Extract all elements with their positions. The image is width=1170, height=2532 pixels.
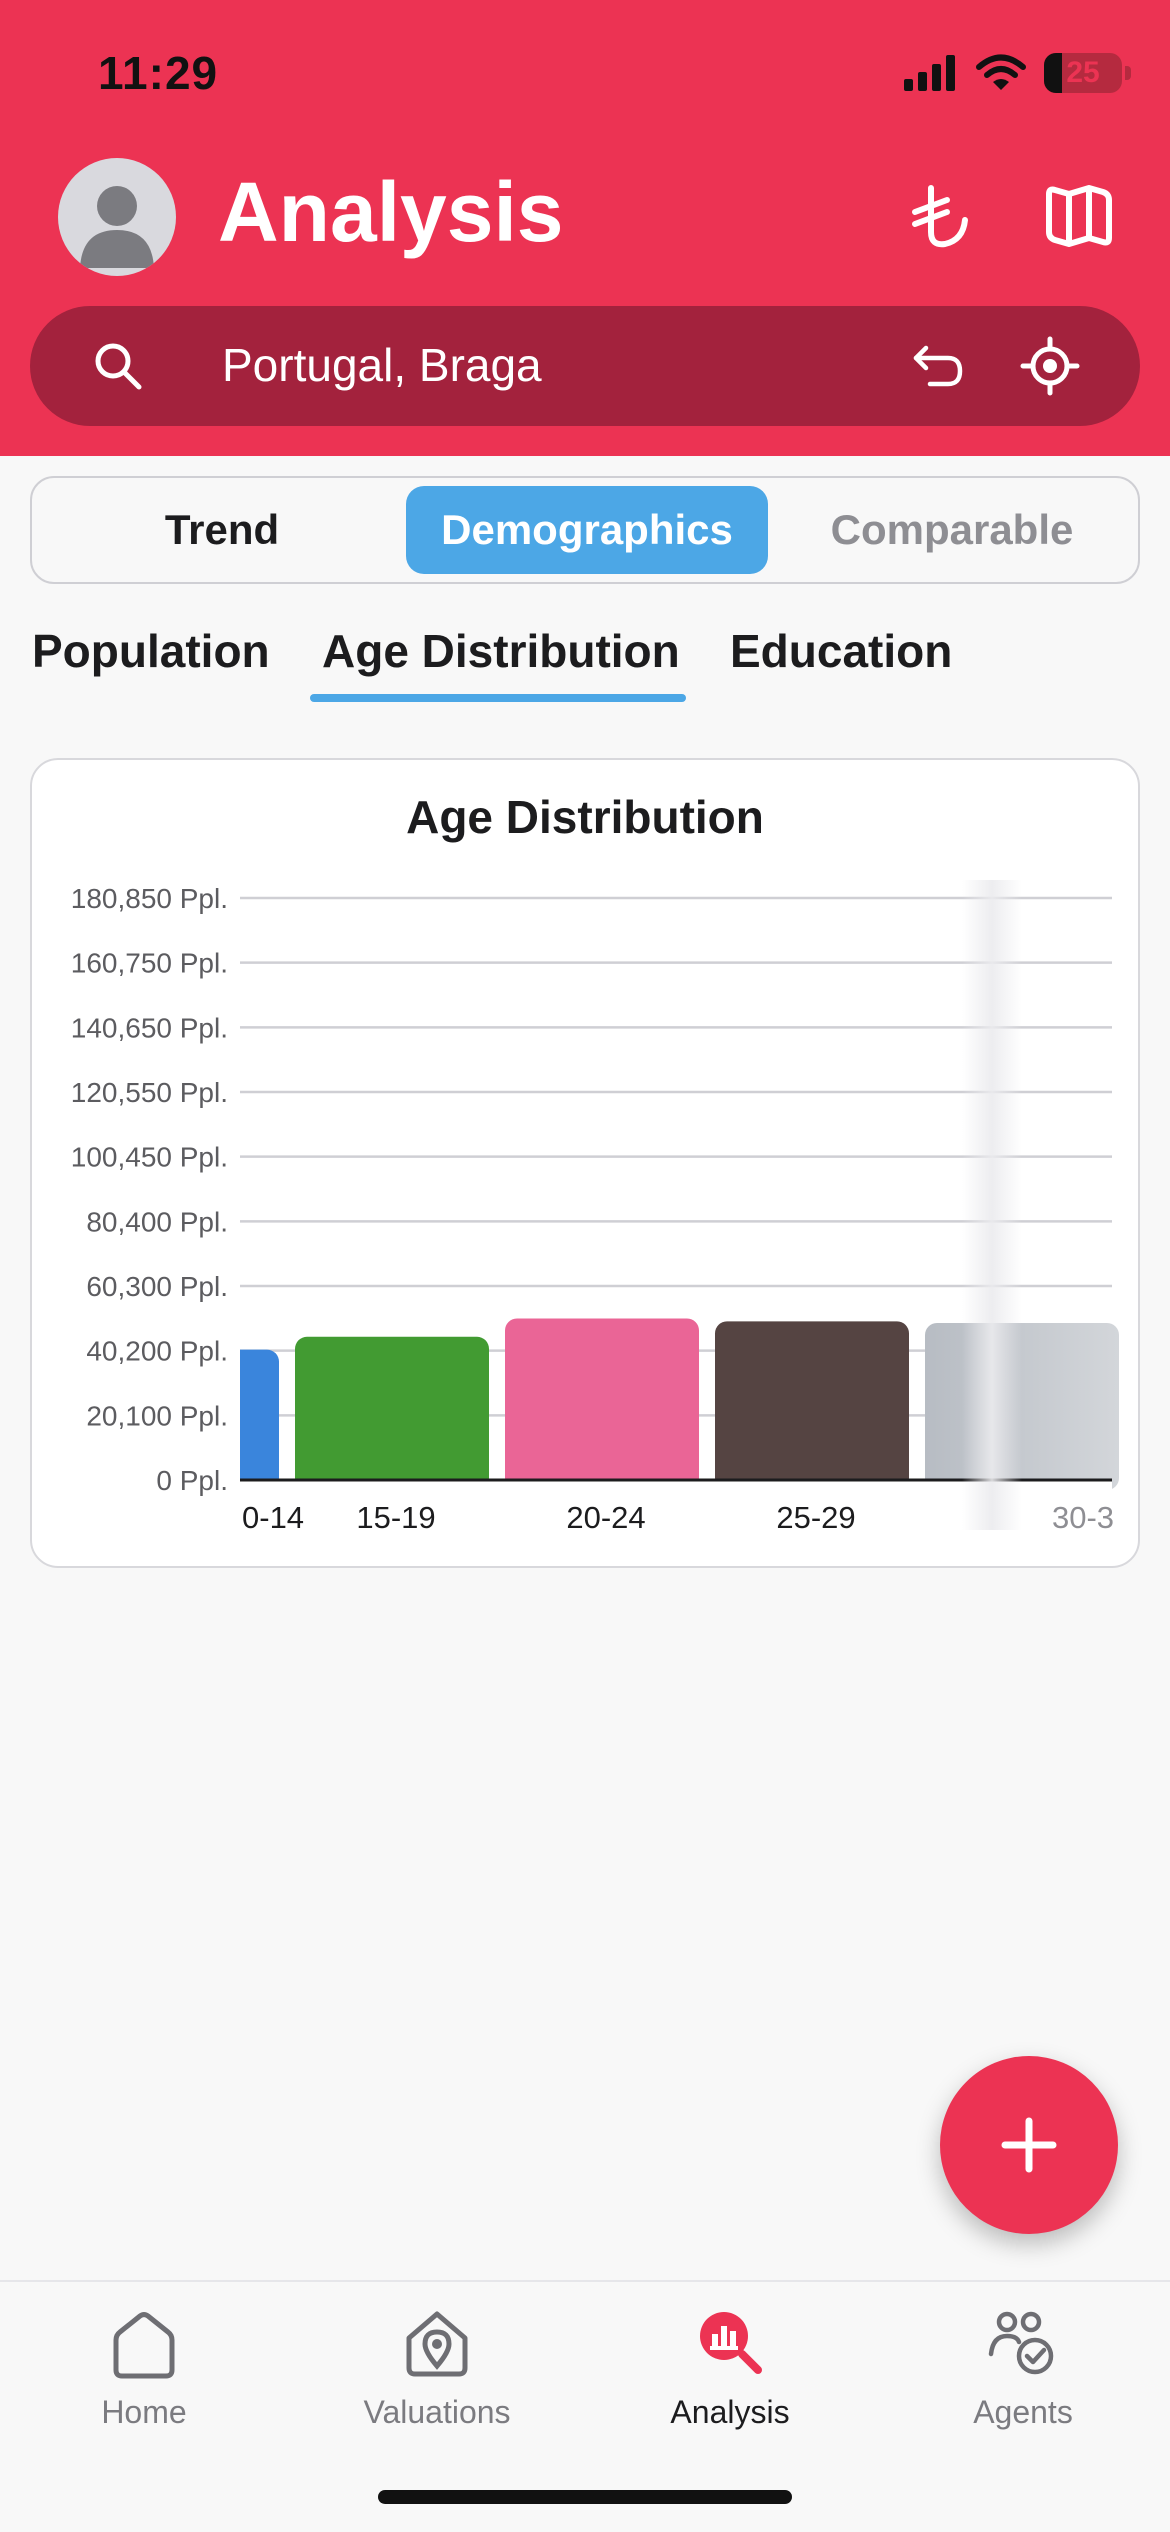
bar-15-19[interactable] <box>295 1336 489 1490</box>
segment-trend[interactable]: Trend <box>42 486 402 574</box>
tab-age-distribution[interactable]: Age Distribution <box>322 624 680 678</box>
y-tick-label: 180,850 Ppl. <box>71 883 228 914</box>
tabbar-item-valuations[interactable]: Valuations <box>307 2304 567 2431</box>
segment-comparable[interactable]: Comparable <box>772 486 1132 574</box>
chart-card: Age Distribution 0 Ppl. 20,100 Ppl. 40,200… <box>30 758 1140 1568</box>
bar-30-34[interactable] <box>925 1322 1119 1490</box>
tabbar-label-agents: Agents <box>973 2394 1073 2430</box>
tabbar-item-analysis[interactable]: Analysis <box>600 2304 860 2431</box>
signal-icon <box>904 55 955 91</box>
y-tick-label: 0 Ppl. <box>156 1465 228 1496</box>
y-tick-label: 140,650 Ppl. <box>71 1012 228 1043</box>
x-tick-label: 15-19 <box>356 1500 435 1535</box>
segmented-control: Trend Demographics Comparable <box>30 476 1140 584</box>
battery-level: 25 <box>1066 56 1100 89</box>
tabbar-item-home[interactable]: Home <box>14 2304 274 2431</box>
tabbar-item-agents[interactable]: Agents <box>893 2304 1153 2431</box>
x-tick-label: 20-24 <box>566 1500 645 1535</box>
header: 11:29 25 Analysis Portugal, Braga <box>0 0 1170 456</box>
map-icon[interactable] <box>1043 180 1115 252</box>
status-icons: 25 <box>904 48 1131 98</box>
y-tick-label: 40,200 Ppl. <box>86 1336 228 1367</box>
y-tick-label: 160,750 Ppl. <box>71 948 228 979</box>
currency-icon[interactable] <box>905 180 977 252</box>
x-tick-label: 25-29 <box>776 1500 855 1535</box>
y-tick-label: 60,300 Ppl. <box>86 1271 228 1302</box>
y-tick-label: 120,550 Ppl. <box>71 1077 228 1108</box>
tab-population[interactable]: Population <box>32 624 270 678</box>
y-tick-label: 80,400 Ppl. <box>86 1206 228 1237</box>
battery-icon: 25 <box>1044 53 1131 93</box>
x-tick-label: 30-3 <box>1052 1500 1114 1535</box>
avatar[interactable] <box>58 158 176 276</box>
status-time: 11:29 <box>98 47 219 99</box>
locate-icon[interactable] <box>1020 336 1080 396</box>
segment-demographics[interactable]: Demographics <box>406 486 768 574</box>
tabbar-label-home: Home <box>101 2394 187 2430</box>
tabbar-label-valuations: Valuations <box>363 2394 511 2430</box>
agents-icon <box>988 2311 1054 2375</box>
tabbar-label-analysis: Analysis <box>670 2394 790 2430</box>
valuation-pin-icon <box>406 2311 468 2377</box>
x-tick-label: 0-14 <box>242 1500 304 1535</box>
bar-25-29[interactable] <box>715 1321 909 1490</box>
search-bar[interactable]: Portugal, Braga <box>30 306 1140 426</box>
home-indicator <box>378 2490 792 2504</box>
scroll-fade <box>962 880 1022 1530</box>
page-title: Analysis <box>218 165 564 259</box>
add-button[interactable] <box>940 2056 1118 2234</box>
plus-icon <box>1001 2117 1057 2173</box>
active-tab-indicator <box>310 694 686 702</box>
y-tick-label: 20,100 Ppl. <box>86 1400 228 1431</box>
bar-20-24[interactable] <box>505 1318 699 1490</box>
undo-icon[interactable] <box>910 338 966 394</box>
y-tick-label: 100,450 Ppl. <box>71 1142 228 1173</box>
search-icon <box>95 343 142 390</box>
analysis-icon <box>700 2312 762 2374</box>
home-icon <box>113 2312 175 2379</box>
wifi-icon <box>976 54 1026 90</box>
tab-education[interactable]: Education <box>730 624 952 678</box>
user-icon <box>80 186 154 268</box>
search-input[interactable]: Portugal, Braga <box>222 338 542 392</box>
